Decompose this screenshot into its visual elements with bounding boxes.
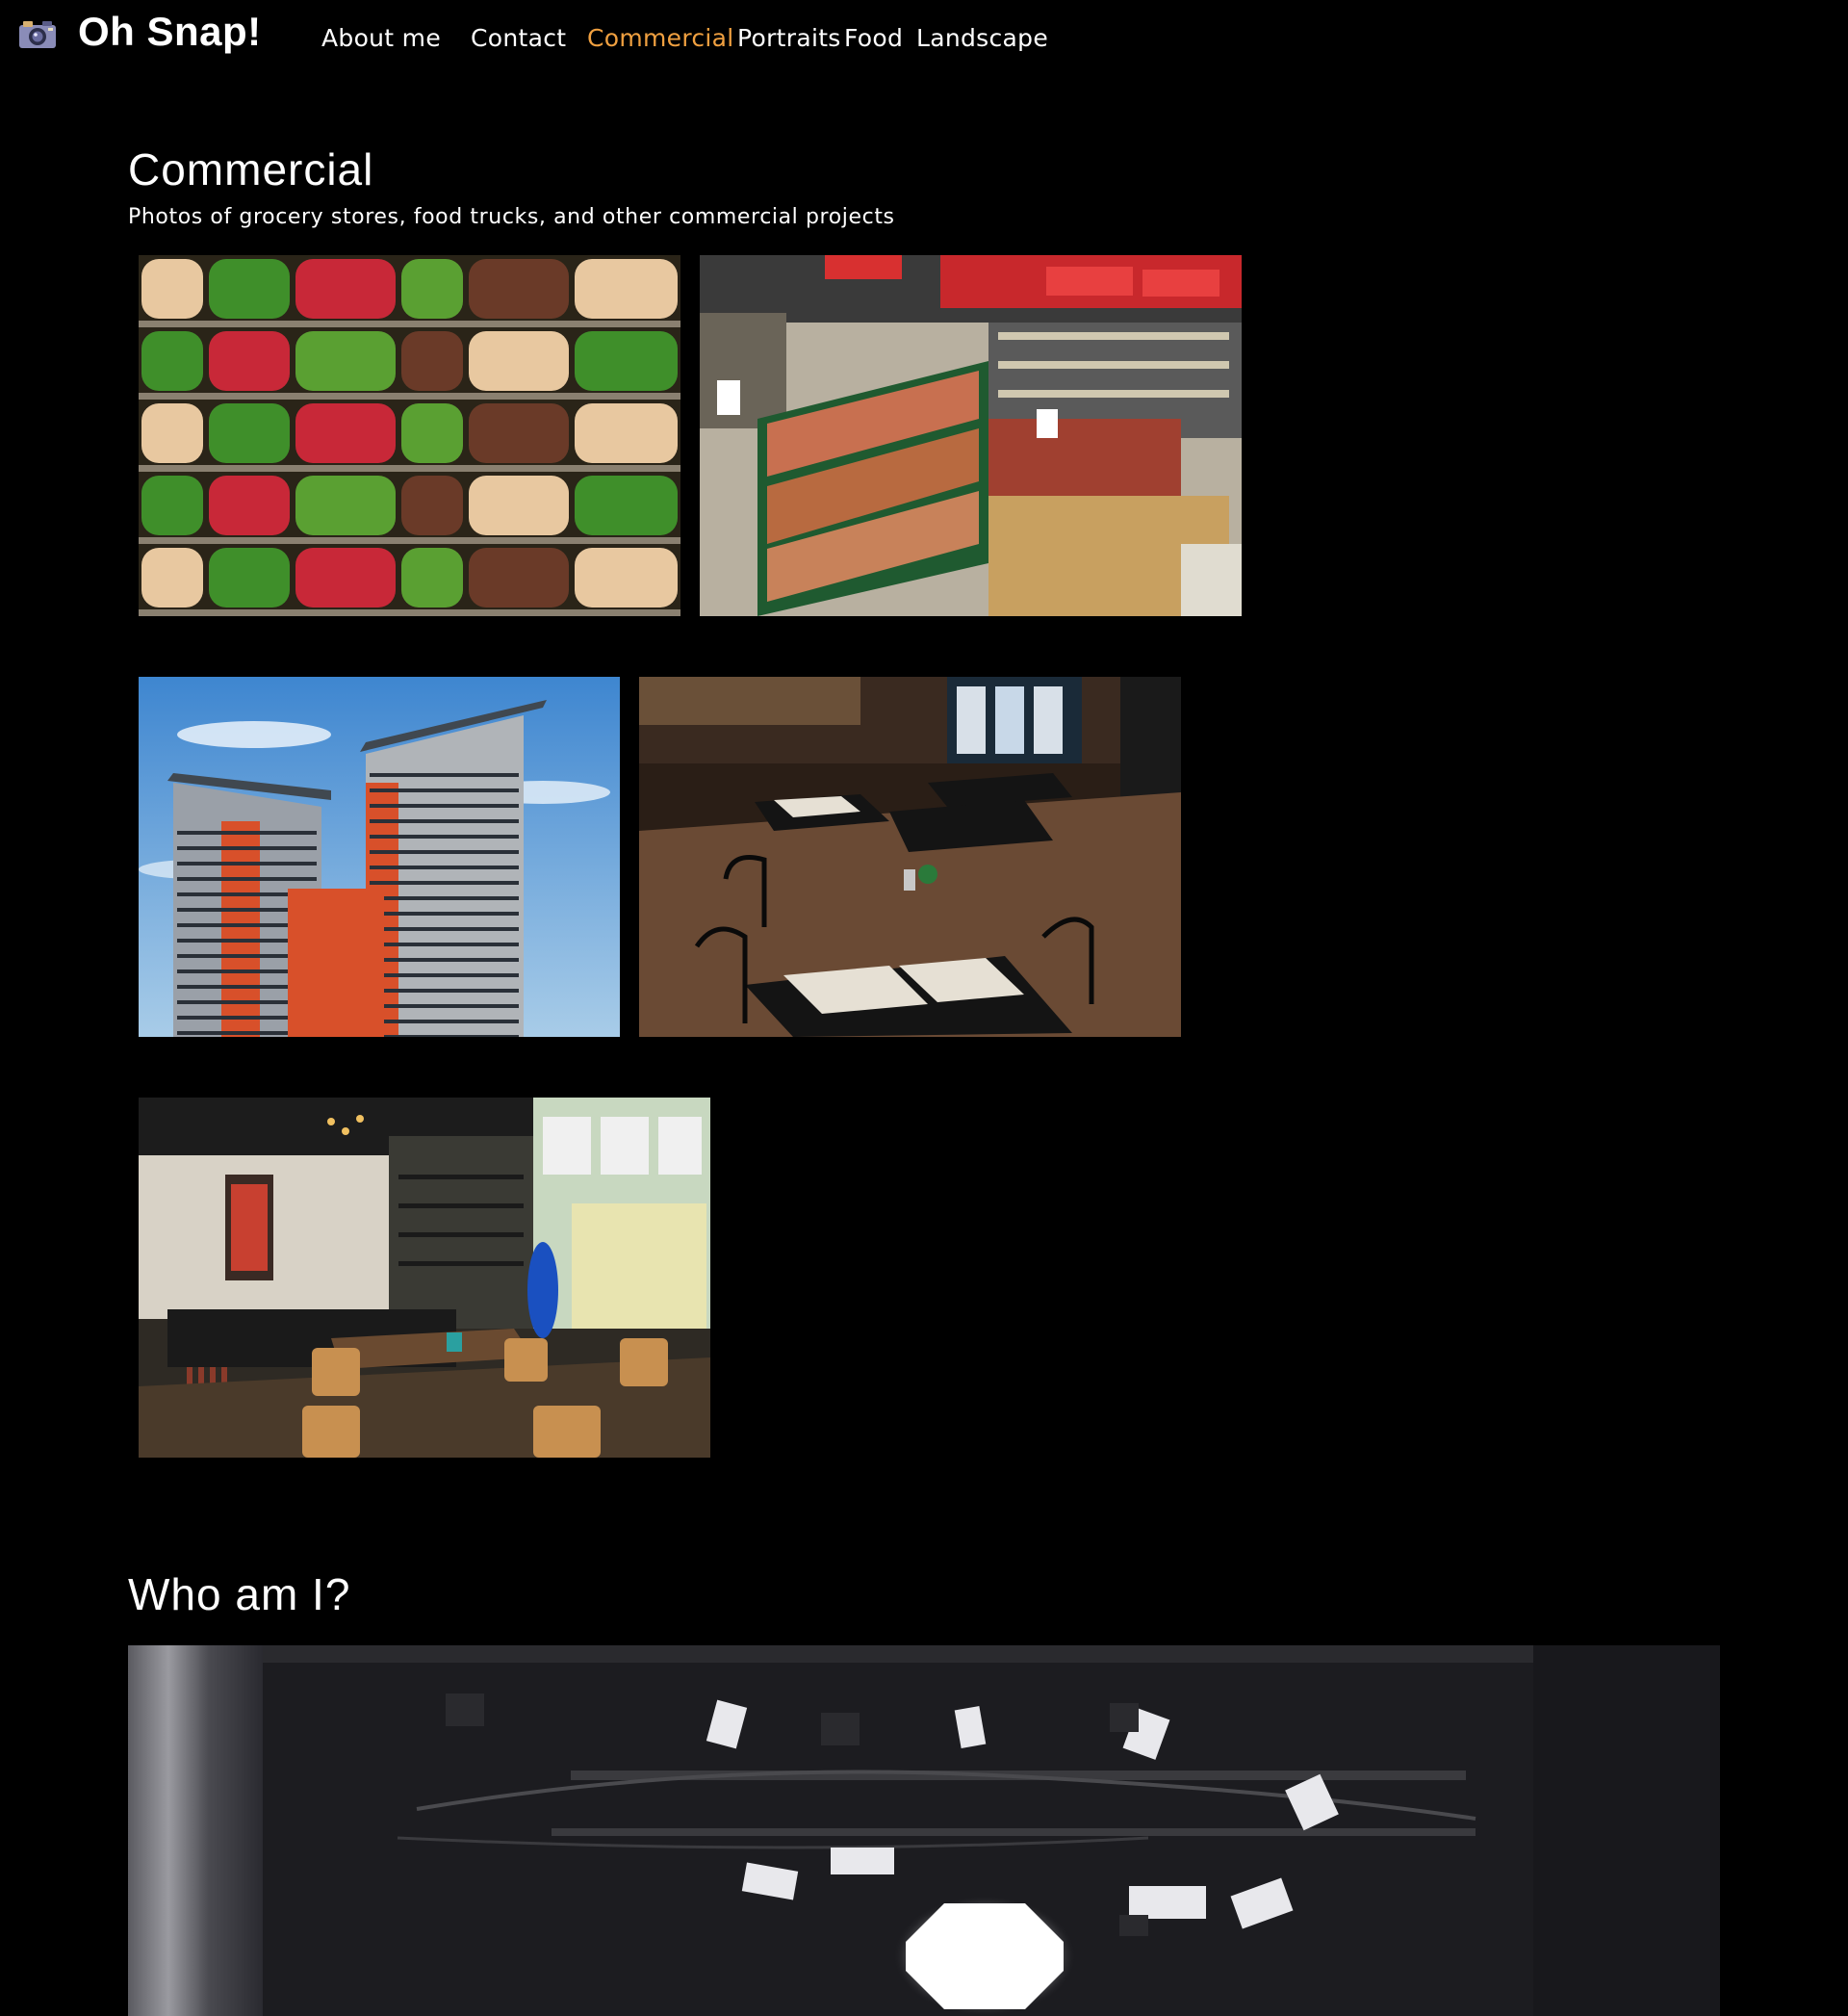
section-title-commercial: Commercial — [128, 144, 374, 194]
gallery-photo-apartment-towers[interactable] — [139, 677, 620, 1037]
section-title-about: Who am I? — [128, 1569, 351, 1619]
nav-link-commercial[interactable]: Commercial — [587, 21, 734, 56]
nav-link-food[interactable]: Food — [844, 21, 903, 56]
gallery-photo-supermarket-aisle[interactable] — [700, 255, 1242, 616]
section-subtitle-commercial: Photos of grocery stores, food trucks, a… — [128, 205, 895, 229]
gallery-photo-produce-shelves[interactable] — [139, 255, 680, 616]
camera-icon[interactable] — [17, 17, 58, 50]
nav-link-portraits[interactable]: Portraits — [737, 21, 841, 56]
gallery-photo-restaurant-dining-room[interactable] — [639, 677, 1181, 1037]
site-brand[interactable]: Oh Snap! — [78, 8, 262, 56]
about-photo-studio-lights — [128, 1645, 1720, 2016]
nav-link-contact[interactable]: Contact — [471, 21, 566, 56]
nav-link-about-me[interactable]: About me — [321, 21, 441, 56]
gallery-photo-cafe-interior[interactable] — [139, 1098, 710, 1458]
nav-link-landscape[interactable]: Landscape — [916, 21, 1048, 56]
top-nav: Oh Snap! About me Contact Commercial Por… — [0, 0, 1848, 77]
